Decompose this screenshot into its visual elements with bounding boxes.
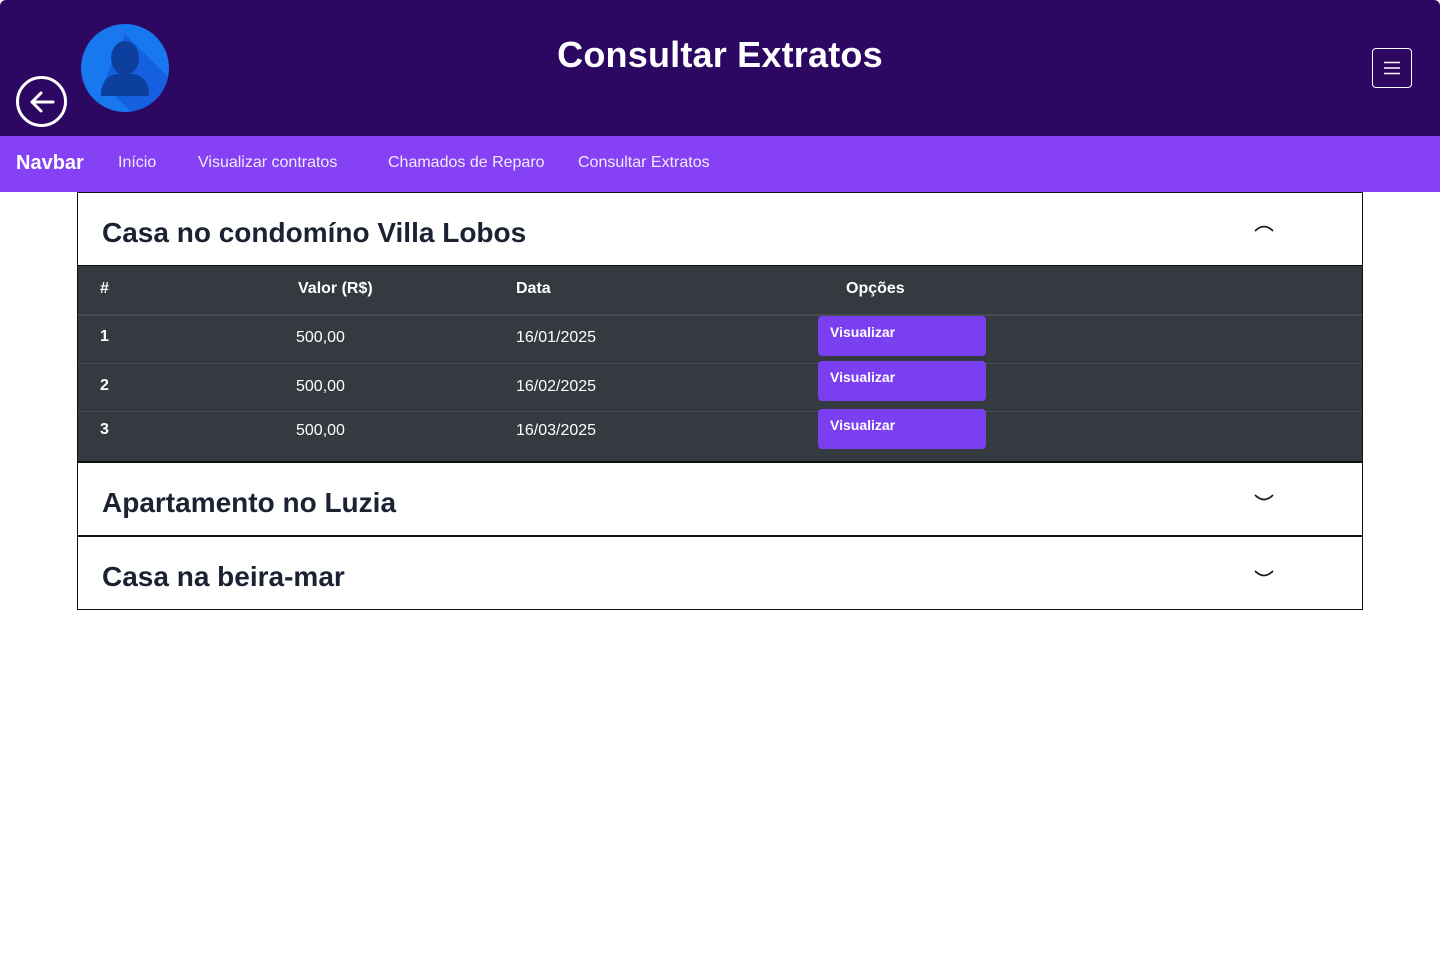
column-header-number: # xyxy=(100,280,109,297)
statements-table: # Valor (R$) Data Opções 1 500,00 16/01/… xyxy=(78,265,1362,461)
row-number: 3 xyxy=(100,421,109,438)
row-data: 16/02/2025 xyxy=(516,378,597,395)
row-valor: 500,00 xyxy=(296,422,345,439)
nav-link-inicio[interactable]: Início xyxy=(118,154,156,172)
row-valor: 500,00 xyxy=(296,378,345,395)
row-number: 2 xyxy=(100,377,109,394)
column-header-valor: Valor (R$) xyxy=(298,280,373,297)
visualizar-button[interactable]: Visualizar xyxy=(818,361,986,401)
properties-accordion: Casa no condomíno Villa Lobos # Valor (R… xyxy=(77,192,1363,610)
navbar-brand[interactable]: Navbar xyxy=(16,152,84,175)
accordion-item: Apartamento no Luzia xyxy=(77,462,1363,536)
accordion-title: Casa no condomíno Villa Lobos xyxy=(102,217,527,248)
back-button[interactable] xyxy=(16,76,67,127)
navbar: Navbar Início Visualizar contratos Chama… xyxy=(0,136,1440,192)
nav-link-chamados-de-reparo[interactable]: Chamados de Reparo xyxy=(388,154,545,172)
column-header-opcoes: Opções xyxy=(846,280,905,297)
accordion-header[interactable]: Casa no condomíno Villa Lobos xyxy=(78,193,1362,265)
arrow-left-circle-icon xyxy=(30,91,54,112)
table-row: 2 500,00 16/02/2025 Visualizar xyxy=(78,361,1362,412)
accordion-header[interactable]: Apartamento no Luzia xyxy=(78,463,1362,535)
row-number: 1 xyxy=(100,328,109,345)
page-title: Consultar Extratos xyxy=(557,34,883,75)
column-header-data: Data xyxy=(516,280,551,297)
visualizar-button[interactable]: Visualizar xyxy=(818,316,986,356)
nav-link-visualizar-contratos[interactable]: Visualizar contratos xyxy=(198,154,337,172)
row-data: 16/03/2025 xyxy=(516,422,597,439)
accordion-title: Apartamento no Luzia xyxy=(102,487,397,518)
app-header: Consultar Extratos xyxy=(0,0,1440,136)
accordion-item: Casa na beira-mar xyxy=(77,536,1363,610)
chevron-up-icon xyxy=(1254,225,1274,232)
row-valor: 500,00 xyxy=(296,329,345,346)
accordion-item: Casa no condomíno Villa Lobos # Valor (R… xyxy=(77,192,1363,462)
nav-link-consultar-extratos[interactable]: Consultar Extratos xyxy=(578,154,710,172)
visualizar-button[interactable]: Visualizar xyxy=(818,409,986,449)
table-header-row: # Valor (R$) Data Opções xyxy=(78,266,1362,316)
row-data: 16/01/2025 xyxy=(516,329,597,346)
table-row: 3 500,00 16/03/2025 Visualizar xyxy=(78,409,1362,461)
hamburger-menu-icon xyxy=(1384,61,1400,75)
table-row: 1 500,00 16/01/2025 Visualizar xyxy=(78,316,1362,364)
menu-toggle-button[interactable] xyxy=(1372,48,1412,88)
accordion-header[interactable]: Casa na beira-mar xyxy=(78,537,1362,609)
chevron-down-icon xyxy=(1254,494,1274,501)
accordion-title: Casa na beira-mar xyxy=(102,561,345,592)
chevron-down-icon xyxy=(1254,570,1274,577)
